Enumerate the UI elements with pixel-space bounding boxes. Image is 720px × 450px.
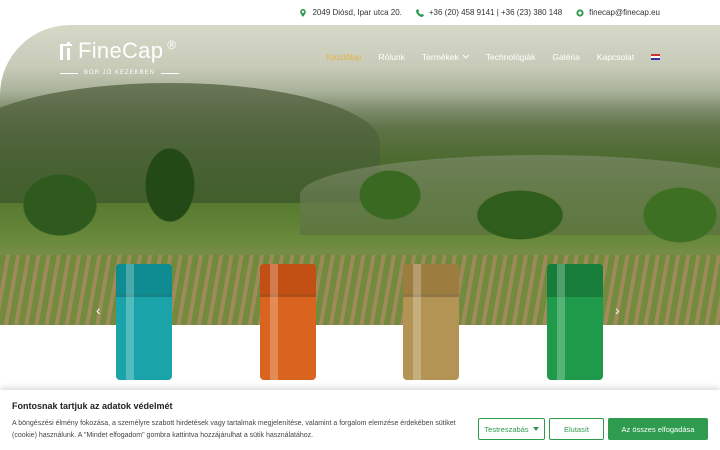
accept-all-button[interactable]: Az összes elfogadása bbox=[608, 418, 708, 440]
site-logo[interactable]: FineCap ® BOR JÓ KEZEKBEN bbox=[60, 38, 180, 76]
chevron-down-icon bbox=[462, 55, 469, 59]
hero-bg-vineyard bbox=[0, 255, 720, 325]
nav-item-kezdolap[interactable]: Kezdőlap bbox=[326, 52, 361, 62]
product-cap-orange[interactable] bbox=[260, 264, 316, 380]
location-pin-icon bbox=[300, 8, 307, 17]
address-text: 2049 Diósd, Ipar utca 20. bbox=[312, 8, 402, 17]
slider-next-arrow[interactable]: › bbox=[615, 302, 620, 318]
logo-registered-mark: ® bbox=[167, 38, 177, 52]
nav-item-termekek[interactable]: Termékek bbox=[422, 52, 469, 62]
logo-tagline: BOR JÓ KEZEKBEN bbox=[84, 70, 156, 76]
nav-item-termekek-label: Termékek bbox=[421, 52, 459, 62]
nav-item-technologiak[interactable]: Technológiák bbox=[486, 52, 536, 62]
caret-down-icon bbox=[532, 427, 539, 431]
product-cap-teal[interactable] bbox=[116, 264, 172, 380]
cookie-title: Fontosnak tartjuk az adatok védelmét bbox=[12, 401, 173, 411]
finecap-logo-icon bbox=[60, 42, 74, 60]
logo-name: FineCap bbox=[78, 38, 164, 63]
customize-button-label: Testreszabás bbox=[484, 424, 529, 434]
cookie-text: A böngészési élmény fokozása, a személyr… bbox=[12, 420, 456, 439]
slider-prev-arrow[interactable]: ‹ bbox=[96, 302, 101, 318]
phone-text[interactable]: +36 (20) 458 9141 | +36 (23) 380 148 bbox=[429, 8, 562, 17]
product-cap-gold[interactable] bbox=[403, 264, 459, 380]
top-contact-bar: 2049 Diósd, Ipar utca 20. +36 (20) 458 9… bbox=[0, 0, 720, 25]
nav-item-galeria[interactable]: Galéria bbox=[552, 52, 579, 62]
at-sign-icon bbox=[576, 8, 584, 17]
customize-button[interactable]: Testreszabás bbox=[478, 418, 545, 440]
email-link[interactable]: finecap@finecap.eu bbox=[589, 8, 660, 17]
phone-icon bbox=[415, 8, 424, 17]
reject-button[interactable]: Elutasít bbox=[549, 418, 604, 440]
language-flag-en-icon[interactable] bbox=[651, 54, 661, 60]
main-nav: Kezdőlap Rólunk Termékek Technológiák Ga… bbox=[326, 52, 661, 62]
product-cap-green[interactable] bbox=[547, 264, 603, 380]
address-item: 2049 Diósd, Ipar utca 20. bbox=[299, 8, 402, 17]
nav-item-rolunk[interactable]: Rólunk bbox=[378, 52, 404, 62]
email-item[interactable]: finecap@finecap.eu bbox=[576, 8, 660, 17]
nav-item-kapcsolat[interactable]: Kapcsolat bbox=[597, 52, 634, 62]
logo-tagline-row: BOR JÓ KEZEKBEN bbox=[60, 70, 180, 76]
cookie-consent-banner: Fontosnak tartjuk az adatok védelmét A b… bbox=[0, 390, 720, 450]
phone-item[interactable]: +36 (20) 458 9141 | +36 (23) 380 148 bbox=[415, 8, 562, 17]
